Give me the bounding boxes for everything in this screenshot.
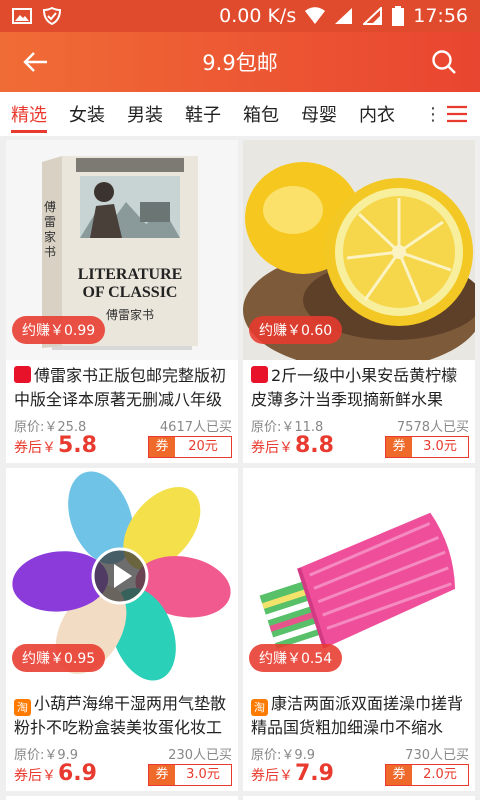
tab-bags[interactable]: 箱包 bbox=[232, 92, 290, 136]
battery-icon bbox=[392, 6, 405, 26]
coupon-row: 券后￥7.9 券 2.0元 bbox=[251, 758, 469, 788]
book-spine-title: 傅雷家书 bbox=[43, 200, 56, 259]
after-coupon-value: 8.8 bbox=[295, 433, 334, 458]
coupon-badge[interactable]: 券 2.0元 bbox=[385, 764, 469, 786]
after-coupon-price: 券后￥5.8 bbox=[14, 433, 97, 458]
product-image: 约赚￥0.54 bbox=[243, 468, 475, 688]
product-title-text: 傅雷家书正版包邮完整版初中版全译本原著无删减八年级下册必读课外阅读 bbox=[14, 366, 227, 409]
product-card[interactable] bbox=[6, 796, 238, 800]
product-card[interactable]: 约赚￥0.60 2斤一级中小果安岳黄柠檬皮薄多汁当季现摘新鲜水果 原价:￥11.… bbox=[243, 140, 475, 463]
product-title: 淘康洁两面派双面搓澡巾搓背精品国货粗加细澡巾不缩水 bbox=[251, 692, 471, 740]
menu-icon bbox=[447, 105, 467, 123]
product-title-text: 康洁两面派双面搓澡巾搓背精品国货粗加细澡巾不缩水 bbox=[251, 694, 464, 737]
coupon-row: 券后￥5.8 券 20元 bbox=[14, 430, 232, 460]
clock: 17:56 bbox=[413, 5, 468, 27]
product-image: 约赚￥0.95 bbox=[6, 468, 238, 688]
after-coupon-value: 7.9 bbox=[295, 761, 334, 786]
coupon-value: 3.0元 bbox=[175, 765, 231, 785]
product-title-text: 2斤一级中小果安岳黄柠檬皮薄多汁当季现摘新鲜水果 bbox=[251, 366, 458, 409]
coupon-value: 3.0元 bbox=[412, 437, 468, 457]
after-coupon-price: 券后￥7.9 bbox=[251, 761, 334, 786]
coupon-badge[interactable]: 券 3.0元 bbox=[148, 764, 232, 786]
book-cover-title-line1: LITERATURE bbox=[77, 266, 183, 283]
after-coupon-price: 券后￥6.9 bbox=[14, 761, 97, 786]
tmall-icon bbox=[14, 366, 31, 383]
coupon-label: 券 bbox=[386, 437, 412, 457]
coupon-row: 券后￥6.9 券 3.0元 bbox=[14, 758, 232, 788]
back-arrow-icon bbox=[23, 52, 47, 72]
after-coupon-price: 券后￥8.8 bbox=[251, 433, 334, 458]
wifi-icon bbox=[305, 7, 326, 24]
app-bar: 9.9包邮 bbox=[0, 32, 480, 92]
cell-signal-icon bbox=[335, 8, 353, 24]
category-menu-button[interactable] bbox=[434, 92, 480, 136]
after-coupon-value: 6.9 bbox=[58, 761, 97, 786]
after-coupon-value: 5.8 bbox=[58, 433, 97, 458]
product-title: 淘小葫芦海绵干湿两用气垫散粉扑不吃粉盒装美妆蛋化妆工具 bbox=[14, 692, 234, 740]
coupon-label: 券 bbox=[149, 437, 175, 457]
after-coupon-label: 券后￥ bbox=[251, 768, 293, 784]
coupon-value: 20元 bbox=[175, 437, 231, 457]
tab-featured[interactable]: 精选 bbox=[0, 92, 58, 136]
tabs-more-indicator: ⋮ bbox=[424, 103, 442, 125]
tab-underwear[interactable]: 内衣 bbox=[348, 92, 406, 136]
product-image: 傅雷家书 LITERATURE OF CLASSIC 傅雷家书 约赚￥0.99 bbox=[6, 140, 238, 360]
product-card[interactable] bbox=[243, 796, 475, 800]
earn-badge: 约赚￥0.95 bbox=[12, 644, 106, 672]
coupon-label: 券 bbox=[386, 765, 412, 785]
taobao-icon: 淘 bbox=[14, 699, 31, 716]
image-notification-icon bbox=[12, 8, 32, 24]
taobao-icon: 淘 bbox=[251, 699, 268, 716]
after-coupon-label: 券后￥ bbox=[14, 768, 56, 784]
product-image: 约赚￥0.60 bbox=[243, 140, 475, 360]
coupon-badge[interactable]: 券 3.0元 bbox=[385, 436, 469, 458]
security-check-icon bbox=[42, 7, 62, 25]
coupon-badge[interactable]: 券 20元 bbox=[148, 436, 232, 458]
search-button[interactable] bbox=[408, 32, 480, 92]
coupon-row: 券后￥8.8 券 3.0元 bbox=[251, 430, 469, 460]
search-icon bbox=[432, 50, 456, 74]
product-card[interactable]: 约赚￥0.95 淘小葫芦海绵干湿两用气垫散粉扑不吃粉盒装美妆蛋化妆工具 原价:￥… bbox=[6, 468, 238, 791]
product-title-text: 小葫芦海绵干湿两用气垫散粉扑不吃粉盒装美妆蛋化妆工具 bbox=[14, 694, 227, 737]
cell-signal-2-icon bbox=[363, 7, 383, 25]
tabs-list: 精选 女装 男装 鞋子 箱包 母婴 内衣 bbox=[0, 92, 424, 136]
tab-womens-clothing[interactable]: 女装 bbox=[58, 92, 116, 136]
book-cover-title-line2: OF CLASSIC bbox=[82, 284, 178, 301]
status-bar: 0.00 K/s 17:56 bbox=[0, 0, 480, 32]
earn-badge: 约赚￥0.99 bbox=[12, 316, 106, 344]
network-speed: 0.00 K/s bbox=[219, 5, 297, 27]
earn-badge: 约赚￥0.54 bbox=[249, 644, 343, 672]
tab-mother-baby[interactable]: 母婴 bbox=[290, 92, 348, 136]
category-tabs: 精选 女装 男装 鞋子 箱包 母婴 内衣 ⋮ bbox=[0, 92, 480, 136]
coupon-value: 2.0元 bbox=[412, 765, 468, 785]
back-button[interactable] bbox=[0, 32, 72, 92]
after-coupon-label: 券后￥ bbox=[251, 440, 293, 456]
earn-badge: 约赚￥0.60 bbox=[249, 316, 343, 344]
product-card[interactable]: 傅雷家书 LITERATURE OF CLASSIC 傅雷家书 约赚￥0.99 … bbox=[6, 140, 238, 463]
tab-mens-clothing[interactable]: 男装 bbox=[116, 92, 174, 136]
after-coupon-label: 券后￥ bbox=[14, 440, 56, 456]
play-button[interactable] bbox=[90, 546, 150, 606]
tab-shoes[interactable]: 鞋子 bbox=[174, 92, 232, 136]
page-title: 9.9包邮 bbox=[202, 51, 278, 75]
coupon-label: 券 bbox=[149, 765, 175, 785]
product-title: 傅雷家书正版包邮完整版初中版全译本原著无删减八年级下册必读课外阅读 bbox=[14, 364, 234, 412]
product-grid: 傅雷家书 LITERATURE OF CLASSIC 傅雷家书 约赚￥0.99 … bbox=[0, 136, 480, 800]
play-icon bbox=[91, 547, 149, 605]
tmall-icon bbox=[251, 366, 268, 383]
product-card[interactable]: 约赚￥0.54 淘康洁两面派双面搓澡巾搓背精品国货粗加细澡巾不缩水 原价:￥9.… bbox=[243, 468, 475, 791]
product-title: 2斤一级中小果安岳黄柠檬皮薄多汁当季现摘新鲜水果 bbox=[251, 364, 471, 412]
